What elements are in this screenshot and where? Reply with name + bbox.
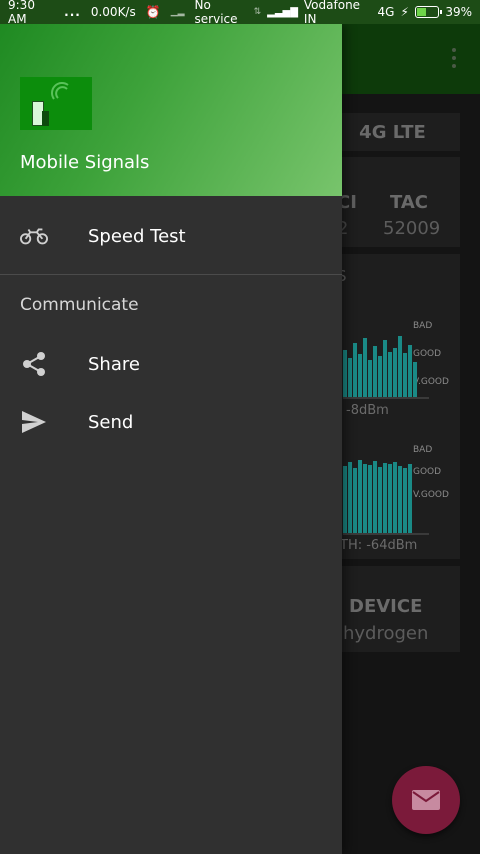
drawer-header: Mobile Signals [0,24,342,196]
graph-bar [353,468,357,534]
overflow-menu-icon[interactable] [452,48,458,70]
data-arrows-icon: ⇅ [253,7,262,17]
battery-percent: 39% [445,5,472,19]
menu-item-share[interactable]: Share [0,336,342,392]
graph-bar [378,467,382,534]
email-fab[interactable] [392,766,460,834]
tac-value: 52009 [383,218,441,239]
graph-bar [368,360,372,398]
menu-item-send[interactable]: Send [0,394,342,450]
graph-bar [393,462,397,534]
graph-bar [343,350,347,398]
graph-bar [343,466,347,534]
app-logo-icon [20,77,92,130]
graph-bar [358,460,362,534]
battery-icon [414,6,443,18]
screen: 9:30 AM ... 0.00K/s ⏰ ▁▂ No service ⇅ ▂▃… [0,0,480,854]
graph-bar [408,464,412,534]
device-heading: DEVICE [349,596,423,617]
graph-bar [363,338,367,398]
graph-bar [388,352,392,398]
carrier-name: Vodafone IN [303,0,361,26]
drawer-app-name: Mobile Signals [20,152,150,173]
send-icon [20,408,48,436]
notification-dots: ... [64,5,81,19]
graph2-good-label: GOOD [413,467,442,477]
graph-bar [408,345,412,398]
graph-bar [373,461,377,534]
graph1-baseline [343,397,429,399]
drawer-divider [0,274,342,275]
graph2-bars [343,440,413,534]
graph-bar [368,465,372,534]
graph2-reading: TH: -64dBm [340,538,418,553]
device-value: hydrogen [343,623,429,644]
network-speed: 0.00K/s [90,5,136,19]
no-service-text: No service [194,0,238,26]
graph2-baseline [343,533,429,535]
graph-bar [413,362,417,398]
menu-item-label: Speed Test [88,225,186,247]
tac-heading: TAC [390,192,429,213]
graph-bar [398,336,402,398]
graph-bar [353,343,357,398]
graph-bar [348,462,352,534]
mail-icon [412,790,440,810]
motorcycle-icon [20,222,48,250]
network-type: 4G LTE [359,121,426,143]
status-time: 9:30 AM [8,0,35,26]
graph-bar [363,464,367,534]
graph-bar [403,468,407,534]
graph1-vgood-label: V.GOOD [413,377,449,387]
graph-bar [373,346,377,398]
menu-item-label: Share [88,353,140,375]
graph-bar [348,358,352,398]
section-title-communicate: Communicate [20,295,139,315]
graph2-bad-label: BAD [413,445,433,455]
graph-bar [378,356,382,398]
graph-bar [388,464,392,534]
alarm-icon: ⏰ [145,5,161,19]
graph-bar [383,463,387,534]
share-icon [20,350,48,378]
network-gen: 4G [377,5,395,19]
status-bar: 9:30 AM ... 0.00K/s ⏰ ▁▂ No service ⇅ ▂▃… [0,0,480,26]
no-signal-icon: ▁▂ [170,7,185,17]
graph-bar [383,340,387,398]
graph1-bars [343,318,418,398]
navigation-drawer: Mobile Signals Speed Test Communicate Sh… [0,24,342,854]
graph-bar [358,354,362,398]
graph-bar [393,348,397,398]
graph-bar [398,466,402,534]
signal-bars-icon: ▂▃▅▇ [267,6,298,18]
graph1-reading: -8dBm [346,403,389,418]
menu-item-speed-test[interactable]: Speed Test [0,208,342,264]
charging-icon: ⚡ [400,5,409,19]
menu-item-label: Send [88,411,134,433]
graph-bar [403,353,407,398]
graph2-vgood-label: V.GOOD [413,490,449,500]
